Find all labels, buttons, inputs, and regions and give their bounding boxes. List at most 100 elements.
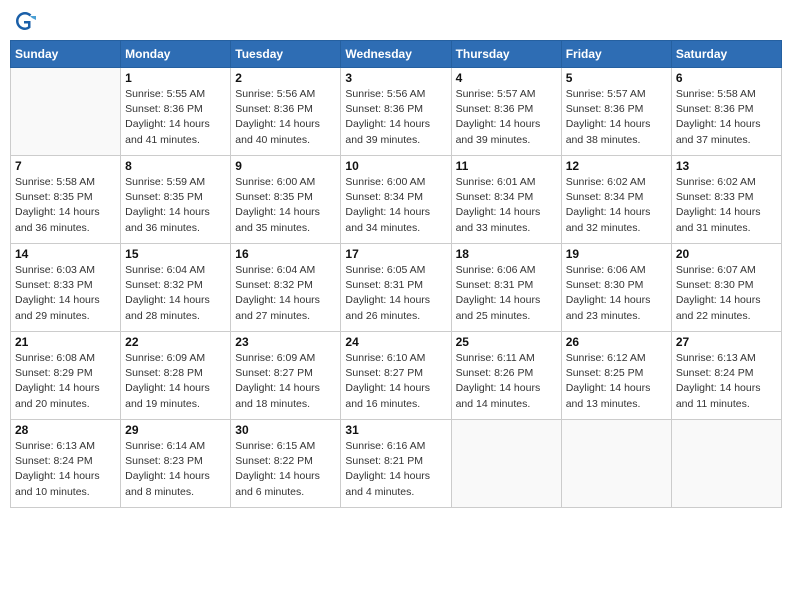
calendar-weekday-tuesday: Tuesday — [231, 41, 341, 68]
day-info: Sunrise: 5:57 AM Sunset: 8:36 PM Dayligh… — [566, 87, 667, 148]
day-number: 10 — [345, 159, 446, 173]
day-number: 23 — [235, 335, 336, 349]
calendar-weekday-friday: Friday — [561, 41, 671, 68]
calendar-cell: 29 Sunrise: 6:14 AM Sunset: 8:23 PM Dayli… — [121, 420, 231, 508]
day-number: 22 — [125, 335, 226, 349]
calendar-week-row: 14 Sunrise: 6:03 AM Sunset: 8:33 PM Dayli… — [11, 244, 782, 332]
day-info: Sunrise: 6:09 AM Sunset: 8:27 PM Dayligh… — [235, 351, 336, 412]
day-info: Sunrise: 6:02 AM Sunset: 8:33 PM Dayligh… — [676, 175, 777, 236]
day-info: Sunrise: 6:09 AM Sunset: 8:28 PM Dayligh… — [125, 351, 226, 412]
day-number: 11 — [456, 159, 557, 173]
calendar-cell: 19Sunrise: 6:06 AM Sunset: 8:30 PM Dayli… — [561, 244, 671, 332]
day-number: 30 — [235, 423, 336, 437]
day-number: 26 — [566, 335, 667, 349]
day-info: Sunrise: 6:11 AM Sunset: 8:26 PM Dayligh… — [456, 351, 557, 412]
day-info: Sunrise: 6:00 AM Sunset: 8:34 PM Dayligh… — [345, 175, 446, 236]
calendar-week-row: 7Sunrise: 5:58 AM Sunset: 8:35 PM Daylig… — [11, 156, 782, 244]
day-info: Sunrise: 6:06 AM Sunset: 8:31 PM Dayligh… — [456, 263, 557, 324]
day-number: 27 — [676, 335, 777, 349]
calendar-header-row: SundayMondayTuesdayWednesdayThursdayFrid… — [11, 41, 782, 68]
day-info: Sunrise: 5:55 AM Sunset: 8:36 PM Dayligh… — [125, 87, 226, 148]
day-info: Sunrise: 6:15 AM Sunset: 8:22 PM Dayligh… — [235, 439, 336, 500]
calendar-cell: 9 Sunrise: 6:00 AM Sunset: 8:35 PM Daylig… — [231, 156, 341, 244]
calendar-week-row: 28 Sunrise: 6:13 AM Sunset: 8:24 PM Dayli… — [11, 420, 782, 508]
day-info: Sunrise: 6:01 AM Sunset: 8:34 PM Dayligh… — [456, 175, 557, 236]
calendar-cell: 7Sunrise: 5:58 AM Sunset: 8:35 PM Daylig… — [11, 156, 121, 244]
calendar-weekday-saturday: Saturday — [671, 41, 781, 68]
calendar-week-row: 1 Sunrise: 5:55 AM Sunset: 8:36 PM Daylig… — [11, 68, 782, 156]
day-info: Sunrise: 5:59 AM Sunset: 8:35 PM Dayligh… — [125, 175, 226, 236]
calendar-cell — [451, 420, 561, 508]
calendar-cell: 26Sunrise: 6:12 AM Sunset: 8:25 PM Dayli… — [561, 332, 671, 420]
calendar-cell: 6Sunrise: 5:58 AM Sunset: 8:36 PM Daylig… — [671, 68, 781, 156]
calendar-table: SundayMondayTuesdayWednesdayThursdayFrid… — [10, 40, 782, 508]
calendar-cell: 22 Sunrise: 6:09 AM Sunset: 8:28 PM Dayli… — [121, 332, 231, 420]
day-number: 9 — [235, 159, 336, 173]
calendar-cell: 31 Sunrise: 6:16 AM Sunset: 8:21 PM Dayli… — [341, 420, 451, 508]
day-number: 16 — [235, 247, 336, 261]
day-info: Sunrise: 6:02 AM Sunset: 8:34 PM Dayligh… — [566, 175, 667, 236]
day-number: 31 — [345, 423, 446, 437]
day-info: Sunrise: 6:04 AM Sunset: 8:32 PM Dayligh… — [125, 263, 226, 324]
day-info: Sunrise: 6:10 AM Sunset: 8:27 PM Dayligh… — [345, 351, 446, 412]
day-info: Sunrise: 6:13 AM Sunset: 8:24 PM Dayligh… — [15, 439, 116, 500]
calendar-cell: 13 Sunrise: 6:02 AM Sunset: 8:33 PM Dayli… — [671, 156, 781, 244]
day-info: Sunrise: 6:07 AM Sunset: 8:30 PM Dayligh… — [676, 263, 777, 324]
calendar-cell — [561, 420, 671, 508]
day-number: 14 — [15, 247, 116, 261]
day-number: 18 — [456, 247, 557, 261]
calendar-cell: 25 Sunrise: 6:11 AM Sunset: 8:26 PM Dayli… — [451, 332, 561, 420]
calendar-cell: 21 Sunrise: 6:08 AM Sunset: 8:29 PM Dayli… — [11, 332, 121, 420]
day-info: Sunrise: 6:04 AM Sunset: 8:32 PM Dayligh… — [235, 263, 336, 324]
day-info: Sunrise: 5:56 AM Sunset: 8:36 PM Dayligh… — [235, 87, 336, 148]
calendar-weekday-wednesday: Wednesday — [341, 41, 451, 68]
calendar-cell: 18 Sunrise: 6:06 AM Sunset: 8:31 PM Dayli… — [451, 244, 561, 332]
day-info: Sunrise: 6:05 AM Sunset: 8:31 PM Dayligh… — [345, 263, 446, 324]
calendar-cell — [671, 420, 781, 508]
calendar-cell: 15 Sunrise: 6:04 AM Sunset: 8:32 PM Dayli… — [121, 244, 231, 332]
calendar-cell — [11, 68, 121, 156]
day-number: 7 — [15, 159, 116, 173]
calendar-cell: 28 Sunrise: 6:13 AM Sunset: 8:24 PM Dayli… — [11, 420, 121, 508]
logo — [14, 10, 38, 32]
calendar-cell: 27 Sunrise: 6:13 AM Sunset: 8:24 PM Dayli… — [671, 332, 781, 420]
day-info: Sunrise: 6:08 AM Sunset: 8:29 PM Dayligh… — [15, 351, 116, 412]
day-number: 12 — [566, 159, 667, 173]
day-info: Sunrise: 6:13 AM Sunset: 8:24 PM Dayligh… — [676, 351, 777, 412]
calendar-cell: 24 Sunrise: 6:10 AM Sunset: 8:27 PM Dayli… — [341, 332, 451, 420]
day-info: Sunrise: 6:14 AM Sunset: 8:23 PM Dayligh… — [125, 439, 226, 500]
page-header — [10, 10, 782, 32]
calendar-cell: 30 Sunrise: 6:15 AM Sunset: 8:22 PM Dayli… — [231, 420, 341, 508]
calendar-cell: 5 Sunrise: 5:57 AM Sunset: 8:36 PM Daylig… — [561, 68, 671, 156]
day-number: 20 — [676, 247, 777, 261]
day-info: Sunrise: 6:00 AM Sunset: 8:35 PM Dayligh… — [235, 175, 336, 236]
calendar-weekday-monday: Monday — [121, 41, 231, 68]
day-number: 24 — [345, 335, 446, 349]
calendar-cell: 23 Sunrise: 6:09 AM Sunset: 8:27 PM Dayli… — [231, 332, 341, 420]
calendar-cell: 11 Sunrise: 6:01 AM Sunset: 8:34 PM Dayli… — [451, 156, 561, 244]
day-number: 21 — [15, 335, 116, 349]
day-number: 28 — [15, 423, 116, 437]
calendar-cell: 2 Sunrise: 5:56 AM Sunset: 8:36 PM Daylig… — [231, 68, 341, 156]
day-number: 13 — [676, 159, 777, 173]
day-number: 25 — [456, 335, 557, 349]
day-number: 1 — [125, 71, 226, 85]
calendar-cell: 14 Sunrise: 6:03 AM Sunset: 8:33 PM Dayli… — [11, 244, 121, 332]
day-number: 5 — [566, 71, 667, 85]
calendar-weekday-thursday: Thursday — [451, 41, 561, 68]
day-number: 15 — [125, 247, 226, 261]
calendar-cell: 10 Sunrise: 6:00 AM Sunset: 8:34 PM Dayli… — [341, 156, 451, 244]
day-number: 8 — [125, 159, 226, 173]
calendar-week-row: 21 Sunrise: 6:08 AM Sunset: 8:29 PM Dayli… — [11, 332, 782, 420]
day-number: 29 — [125, 423, 226, 437]
day-info: Sunrise: 5:58 AM Sunset: 8:36 PM Dayligh… — [676, 87, 777, 148]
day-info: Sunrise: 6:16 AM Sunset: 8:21 PM Dayligh… — [345, 439, 446, 500]
calendar-cell: 3Sunrise: 5:56 AM Sunset: 8:36 PM Daylig… — [341, 68, 451, 156]
calendar-cell: 12 Sunrise: 6:02 AM Sunset: 8:34 PM Dayli… — [561, 156, 671, 244]
calendar-cell: 1 Sunrise: 5:55 AM Sunset: 8:36 PM Daylig… — [121, 68, 231, 156]
day-info: Sunrise: 6:06 AM Sunset: 8:30 PM Dayligh… — [566, 263, 667, 324]
day-number: 2 — [235, 71, 336, 85]
day-info: Sunrise: 6:03 AM Sunset: 8:33 PM Dayligh… — [15, 263, 116, 324]
calendar-cell: 8 Sunrise: 5:59 AM Sunset: 8:35 PM Daylig… — [121, 156, 231, 244]
day-number: 4 — [456, 71, 557, 85]
